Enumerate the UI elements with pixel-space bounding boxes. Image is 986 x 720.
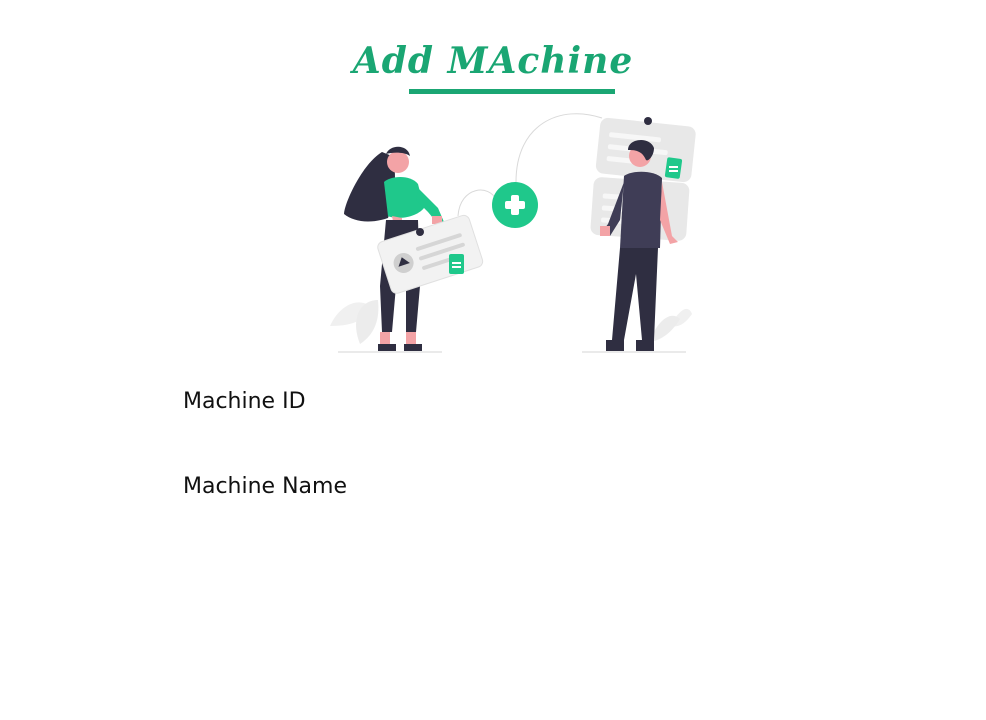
machine-name-label: Machine Name bbox=[183, 474, 347, 499]
machine-id-label: Machine ID bbox=[183, 389, 306, 414]
add-circle-icon bbox=[492, 182, 538, 228]
page-title: Add MAchine bbox=[352, 40, 634, 82]
add-machine-page: Add MAchine Machine ID Machine Name bbox=[0, 0, 986, 720]
hero-illustration bbox=[330, 113, 696, 353]
title-underline bbox=[409, 89, 615, 94]
